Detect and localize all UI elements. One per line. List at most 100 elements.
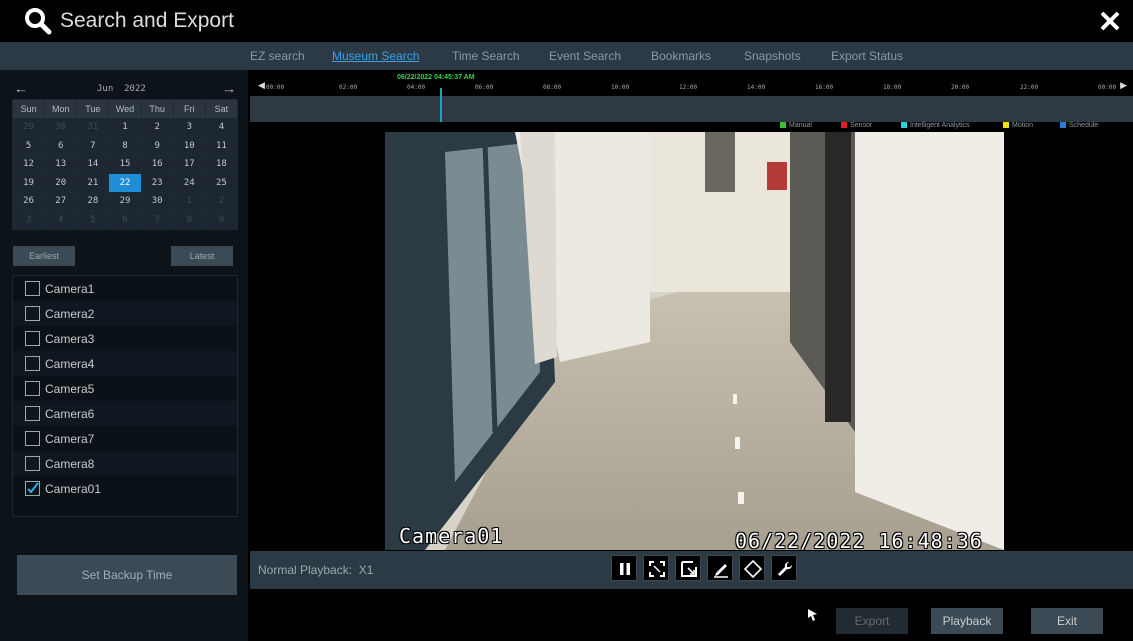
camera-label: Camera2	[45, 307, 95, 321]
latest-button[interactable]: Latest	[171, 246, 233, 266]
timeline-hour-label: 20:00	[951, 84, 970, 91]
list-item[interactable]: Camera3	[13, 326, 237, 351]
tab-snapshots[interactable]: Snapshots	[744, 49, 801, 63]
camera-checkbox-checked[interactable]	[25, 481, 40, 496]
calendar-day[interactable]: 29	[108, 191, 142, 211]
camera-checkbox[interactable]	[25, 381, 40, 396]
weekday-fri: Fri	[172, 99, 206, 119]
timeline-hour-label: 04:00	[407, 84, 426, 91]
close-icon[interactable]	[1099, 10, 1121, 32]
list-item[interactable]: Camera8	[13, 451, 237, 476]
expand-button[interactable]	[675, 555, 701, 581]
calendar-day[interactable]: 7	[76, 136, 110, 156]
left-panel: 🠀 Jun 2022 🠂 Sun Mon Tue Wed Thu Fri Sat…	[0, 70, 248, 641]
calendar-day[interactable]: 27	[44, 191, 78, 211]
camera-checkbox[interactable]	[25, 356, 40, 371]
export-button[interactable]: Export	[836, 608, 908, 634]
list-item[interactable]: Camera7	[13, 426, 237, 451]
calendar-day[interactable]: 5	[11, 136, 46, 156]
timeline[interactable]: ◀ ▶ 00:00 02:00 04:00 06:00 08:00 10:00 …	[250, 72, 1133, 132]
footer: Export Playback Exit	[250, 589, 1133, 641]
timeline-cursor-time: 06/22/2022 04:45:37 AM	[397, 74, 475, 81]
tab-time-search[interactable]: Time Search	[452, 49, 520, 63]
calendar-day: 1	[172, 191, 206, 211]
calendar-day[interactable]: 19	[11, 173, 46, 193]
timeline-hour-label: 02:00	[339, 84, 358, 91]
calendar-day[interactable]: 9	[140, 136, 174, 156]
calendar-day[interactable]: 1	[108, 117, 142, 137]
camera-label: Camera8	[45, 457, 95, 471]
calendar-day-selected[interactable]: 22	[108, 173, 142, 193]
calendar-day[interactable]: 23	[140, 173, 174, 193]
calendar-day[interactable]: 14	[76, 154, 110, 174]
list-item[interactable]: Camera01	[13, 476, 237, 501]
exit-button[interactable]: Exit	[1031, 608, 1103, 634]
timeline-hour-label: 22:00	[1020, 84, 1039, 91]
calendar-day[interactable]: 12	[11, 154, 46, 174]
tab-event-search[interactable]: Event Search	[549, 49, 621, 63]
timeline-position-marker[interactable]	[440, 88, 442, 122]
calendar-day: 6	[108, 210, 142, 230]
calendar-day[interactable]: 2	[140, 117, 174, 137]
calendar-month: Jun	[97, 84, 114, 94]
timeline-track[interactable]	[250, 96, 1133, 122]
timeline-hour-label: 12:00	[679, 84, 698, 91]
calendar-day[interactable]: 8	[108, 136, 142, 156]
earliest-button[interactable]: Earliest	[13, 246, 75, 266]
ptz-button[interactable]	[739, 555, 765, 581]
camera-label: Camera01	[45, 482, 102, 496]
legend-intelligent-analytics: Intelligent Analytics	[901, 122, 970, 129]
list-item[interactable]: Camera2	[13, 301, 237, 326]
edit-button[interactable]	[707, 555, 733, 581]
tab-ez-search[interactable]: EZ search	[250, 49, 305, 63]
calendar-day[interactable]: 17	[172, 154, 206, 174]
list-item[interactable]: Camera5	[13, 376, 237, 401]
camera-label: Camera3	[45, 332, 95, 346]
list-item[interactable]: Camera1	[13, 276, 237, 301]
camera-checkbox[interactable]	[25, 331, 40, 346]
calendar-day[interactable]: 16	[140, 154, 174, 174]
calendar-day[interactable]: 15	[108, 154, 142, 174]
list-item[interactable]: Camera6	[13, 401, 237, 426]
calendar-day[interactable]: 18	[204, 154, 239, 174]
tab-bookmarks[interactable]: Bookmarks	[651, 49, 711, 63]
calendar-day[interactable]: 21	[76, 173, 110, 193]
camera-checkbox[interactable]	[25, 431, 40, 446]
window-title: Search and Export	[60, 9, 234, 32]
camera-checkbox[interactable]	[25, 456, 40, 471]
legend-schedule: Schedule	[1060, 122, 1098, 129]
calendar-day: 31	[76, 117, 110, 137]
tab-museum-search[interactable]: Museum Search	[332, 49, 419, 63]
camera-checkbox[interactable]	[25, 281, 40, 296]
pause-button[interactable]	[611, 555, 637, 581]
timeline-hour-label: 00:00	[266, 84, 285, 91]
settings-button[interactable]	[771, 555, 797, 581]
calendar-day[interactable]: 13	[44, 154, 78, 174]
calendar-month-year: Jun 2022	[97, 84, 146, 94]
ptz-icon	[743, 559, 763, 579]
camera-checkbox[interactable]	[25, 406, 40, 421]
fit-screen-button[interactable]	[643, 555, 669, 581]
camera-list: Camera1 Camera2 Camera3 Camera4 Camera5 …	[12, 275, 238, 517]
calendar-day[interactable]: 28	[76, 191, 110, 211]
set-backup-time-button[interactable]: Set Backup Time	[17, 555, 237, 595]
calendar-day: 29	[11, 117, 46, 137]
calendar-day[interactable]: 6	[44, 136, 78, 156]
list-item[interactable]: Camera4	[13, 351, 237, 376]
calendar-day[interactable]: 26	[11, 191, 46, 211]
calendar-day[interactable]: 30	[140, 191, 174, 211]
timeline-next-icon[interactable]: ▶	[1120, 80, 1127, 91]
camera-checkbox[interactable]	[25, 306, 40, 321]
playback-button[interactable]: Playback	[931, 608, 1003, 634]
timeline-prev-icon[interactable]: ◀	[258, 80, 265, 91]
calendar-day[interactable]: 24	[172, 173, 206, 193]
expand-icon	[681, 561, 697, 577]
video-frame[interactable]: Camera01 06/22/2022 16:48:36	[385, 132, 1004, 550]
calendar-day[interactable]: 4	[204, 117, 239, 137]
calendar-day[interactable]: 25	[204, 173, 239, 193]
calendar-day[interactable]: 11	[204, 136, 239, 156]
calendar-day[interactable]: 10	[172, 136, 206, 156]
calendar-day[interactable]: 20	[44, 173, 78, 193]
tab-export-status[interactable]: Export Status	[831, 49, 903, 63]
calendar-day[interactable]: 3	[172, 117, 206, 137]
